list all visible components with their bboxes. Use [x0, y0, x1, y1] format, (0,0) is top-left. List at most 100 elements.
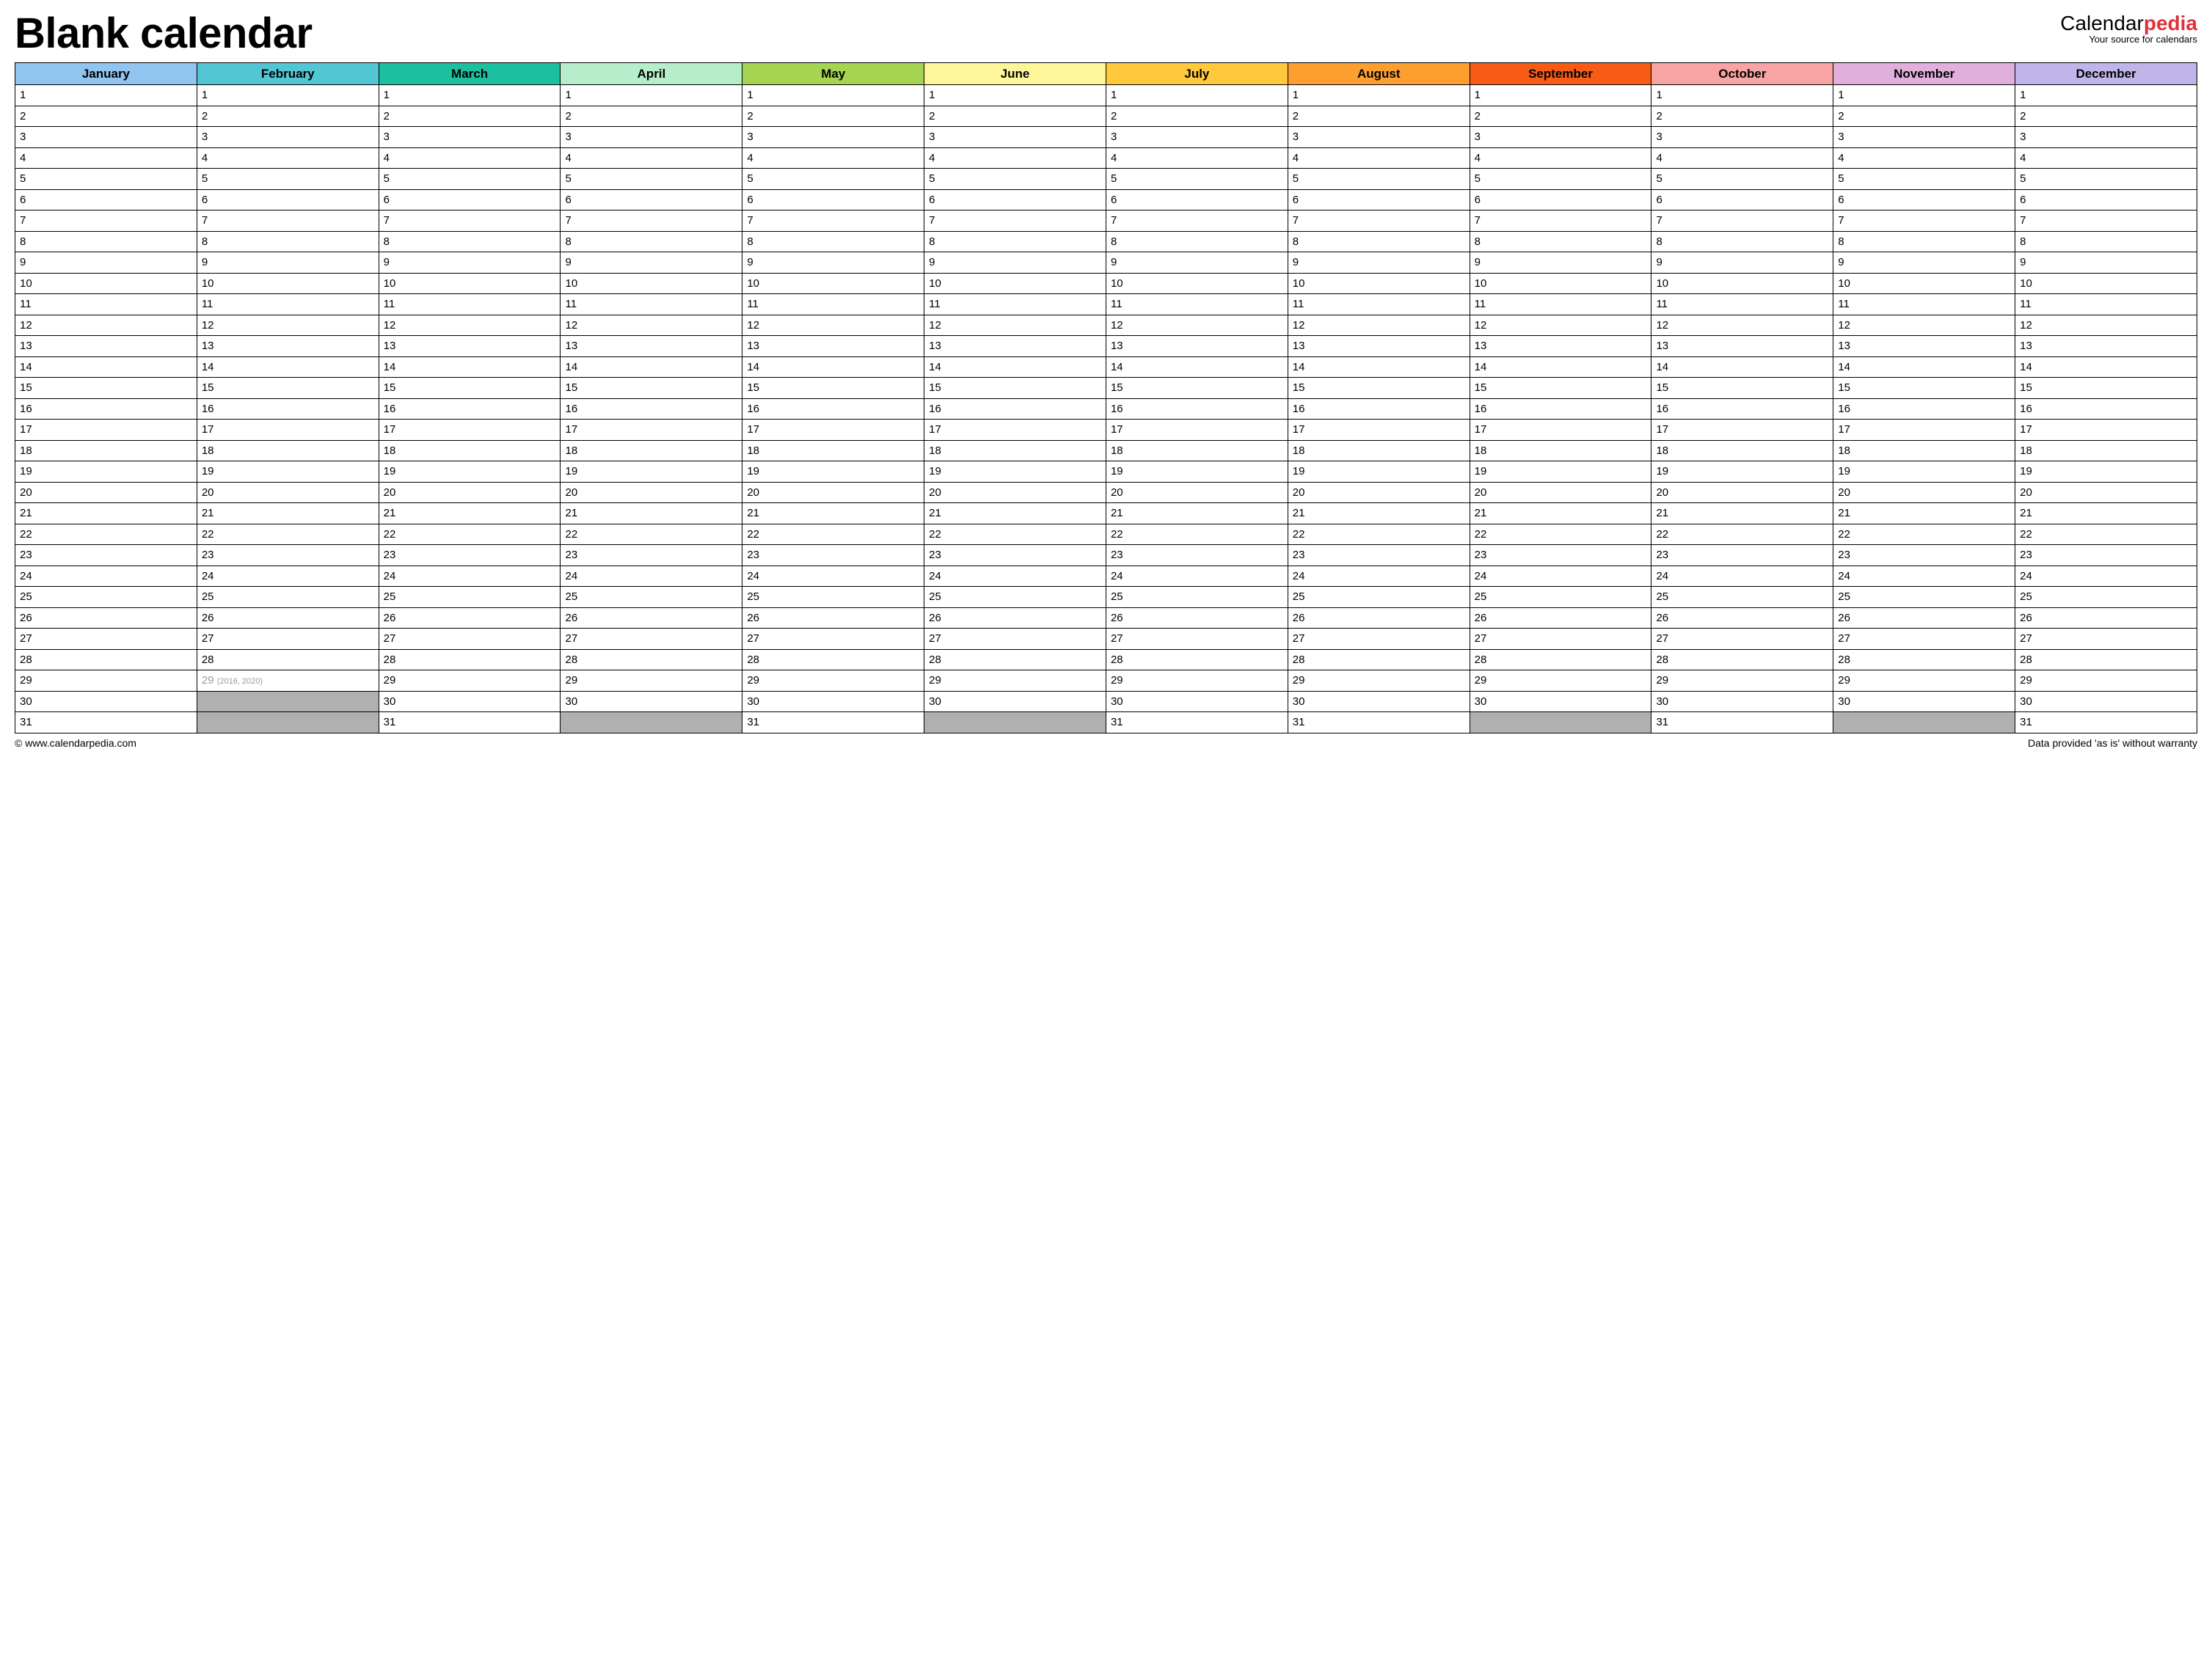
day-cell: 7 [561, 211, 742, 232]
day-cell: 31 [1651, 712, 1833, 733]
day-cell: 31 [2015, 712, 2197, 733]
day-cell: 28 [1470, 649, 1651, 670]
day-cell: 29 [1470, 670, 1651, 692]
day-cell: 24 [1106, 566, 1288, 587]
day-cell: 16 [1651, 398, 1833, 420]
day-cell: 2 [1470, 106, 1651, 127]
day-cell: 9 [742, 252, 924, 274]
day-cell: 10 [1651, 273, 1833, 294]
day-cell: 9 [1651, 252, 1833, 274]
day-cell: 8 [1288, 231, 1470, 252]
day-cell: 27 [1833, 629, 2015, 650]
month-header: January [15, 63, 197, 85]
day-row: 101010101010101010101010 [15, 273, 2197, 294]
day-cell: 21 [1833, 503, 2015, 524]
day-cell: 20 [1288, 482, 1470, 503]
day-cell: 26 [1288, 607, 1470, 629]
day-cell: 4 [742, 147, 924, 169]
day-cell: 17 [1288, 420, 1470, 441]
day-cell: 1 [1833, 85, 2015, 106]
day-cell: 5 [924, 169, 1106, 190]
day-cell: 3 [1288, 127, 1470, 148]
day-cell: 3 [742, 127, 924, 148]
day-cell: 29 [924, 670, 1106, 692]
day-cell: 12 [1833, 315, 2015, 336]
day-cell: 26 [742, 607, 924, 629]
day-cell: 10 [197, 273, 379, 294]
day-cell: 29 [2015, 670, 2197, 692]
day-cell: 24 [742, 566, 924, 587]
day-cell: 23 [561, 545, 742, 566]
day-row: 191919191919191919191919 [15, 461, 2197, 483]
day-cell: 23 [1651, 545, 1833, 566]
day-cell: 22 [197, 524, 379, 545]
day-cell: 26 [15, 607, 197, 629]
day-cell: 5 [15, 169, 197, 190]
day-cell: 24 [924, 566, 1106, 587]
day-cell: 8 [1651, 231, 1833, 252]
day-cell: 5 [742, 169, 924, 190]
day-cell: 26 [1470, 607, 1651, 629]
day-row: 444444444444 [15, 147, 2197, 169]
day-cell: 2 [2015, 106, 2197, 127]
day-cell: 20 [1651, 482, 1833, 503]
day-row: 131313131313131313131313 [15, 336, 2197, 357]
day-cell: 7 [1470, 211, 1651, 232]
day-cell: 20 [1470, 482, 1651, 503]
day-cell: 30 [561, 691, 742, 712]
day-cell: 19 [197, 461, 379, 483]
day-cell: 1 [1106, 85, 1288, 106]
day-cell: 17 [15, 420, 197, 441]
day-cell: 21 [1651, 503, 1833, 524]
day-cell: 27 [379, 629, 561, 650]
day-cell: 19 [1651, 461, 1833, 483]
day-cell: 29 [1833, 670, 2015, 692]
day-cell: 16 [1106, 398, 1288, 420]
month-header: December [2015, 63, 2197, 85]
day-cell: 22 [379, 524, 561, 545]
day-cell: 26 [197, 607, 379, 629]
day-row: 111111111111111111111111 [15, 294, 2197, 315]
day-cell: 12 [742, 315, 924, 336]
day-cell: 2 [1833, 106, 2015, 127]
day-cell: 6 [924, 189, 1106, 211]
brand-name: Calendarpedia [2060, 12, 2197, 35]
day-cell: 25 [379, 587, 561, 608]
day-cell: 12 [1106, 315, 1288, 336]
day-cell: 14 [15, 356, 197, 378]
day-cell: 25 [197, 587, 379, 608]
day-cell: 28 [2015, 649, 2197, 670]
day-cell: 9 [1833, 252, 2015, 274]
day-cell: 24 [1651, 566, 1833, 587]
day-cell: 19 [379, 461, 561, 483]
day-cell: 19 [2015, 461, 2197, 483]
day-cell: 20 [924, 482, 1106, 503]
day-cell: 18 [379, 440, 561, 461]
day-cell: 11 [379, 294, 561, 315]
day-cell: 8 [924, 231, 1106, 252]
day-cell: 6 [1470, 189, 1651, 211]
day-cell: 8 [1833, 231, 2015, 252]
day-cell: 13 [1651, 336, 1833, 357]
day-cell: 24 [1288, 566, 1470, 587]
day-cell: 24 [561, 566, 742, 587]
day-cell: 6 [15, 189, 197, 211]
month-header: August [1288, 63, 1470, 85]
day-cell: 5 [561, 169, 742, 190]
brand-pedia: pedia [2144, 12, 2197, 34]
day-cell: 27 [924, 629, 1106, 650]
day-cell: 8 [561, 231, 742, 252]
day-cell: 18 [1651, 440, 1833, 461]
month-header: June [924, 63, 1106, 85]
day-cell: 31 [379, 712, 561, 733]
day-cell: 25 [742, 587, 924, 608]
day-cell: 14 [197, 356, 379, 378]
day-row: 777777777777 [15, 211, 2197, 232]
day-cell: 20 [379, 482, 561, 503]
day-cell: 28 [197, 649, 379, 670]
footer-copyright: © www.calendarpedia.com [15, 737, 136, 749]
day-cell: 17 [379, 420, 561, 441]
day-cell: 12 [2015, 315, 2197, 336]
day-cell: 18 [1106, 440, 1288, 461]
day-cell: 8 [742, 231, 924, 252]
